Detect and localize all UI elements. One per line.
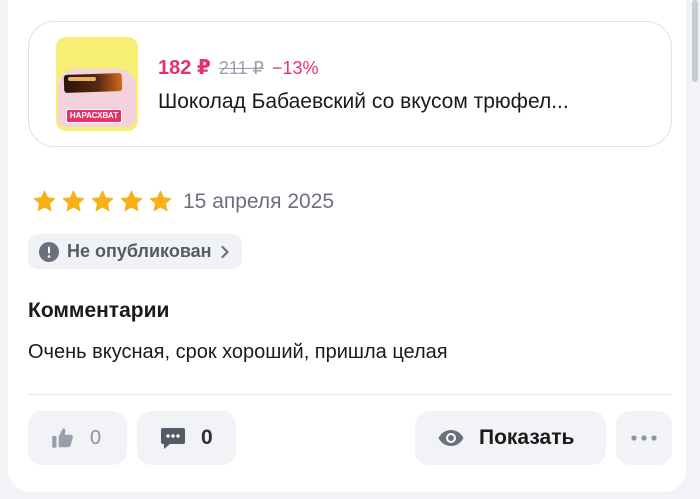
show-button-label: Показать: [479, 426, 575, 449]
star-icon: [33, 190, 56, 212]
product-image-badge: НАРАСХВАТ: [66, 109, 122, 123]
review-card: НАРАСХВАТ 182 ₽ 211 ₽ −13% Шоколад Бабае…: [8, 0, 686, 492]
warning-icon: [39, 241, 59, 262]
show-button[interactable]: Показать: [415, 411, 606, 465]
review-date: 15 апреля 2025: [183, 189, 335, 213]
product-image: НАРАСХВАТ: [56, 37, 138, 131]
comments-heading: Комментарии: [28, 299, 170, 322]
eye-icon: [438, 430, 464, 446]
thumbs-up-icon: [52, 428, 73, 448]
comments-count: 0: [201, 426, 213, 449]
price-row: 182 ₽ 211 ₽ −13%: [158, 55, 569, 80]
publication-status-label: Не опубликован: [67, 241, 212, 261]
more-button[interactable]: [616, 411, 672, 465]
price-current: 182 ₽: [158, 56, 211, 79]
star-icon: [149, 190, 172, 212]
product-card[interactable]: НАРАСХВАТ 182 ₽ 211 ₽ −13% Шоколад Бабае…: [28, 21, 672, 147]
discount-label: −13%: [272, 57, 319, 78]
comment-icon: [161, 428, 185, 449]
rating-row: 15 апреля 2025: [32, 189, 334, 214]
product-info: 182 ₽ 211 ₽ −13% Шоколад Бабаевский со в…: [158, 55, 569, 114]
review-comment: Очень вкусная, срок хороший, пришла цела…: [28, 341, 448, 363]
divider: [28, 394, 672, 395]
product-title: Шоколад Бабаевский со вкусом трюфел...: [158, 89, 569, 113]
scrollbar[interactable]: [692, 0, 698, 82]
star-icon: [62, 190, 85, 212]
like-count: 0: [90, 426, 102, 449]
price-old: 211 ₽: [218, 57, 264, 78]
comments-button[interactable]: 0: [137, 411, 236, 465]
chevron-right-icon: [220, 245, 229, 258]
more-icon: [631, 435, 657, 441]
chocolate-bar-image: [63, 72, 123, 94]
star-icon: [120, 190, 143, 212]
publication-status-badge[interactable]: Не опубликован: [28, 234, 242, 269]
star-icon: [91, 190, 114, 212]
like-button[interactable]: 0: [28, 411, 127, 465]
